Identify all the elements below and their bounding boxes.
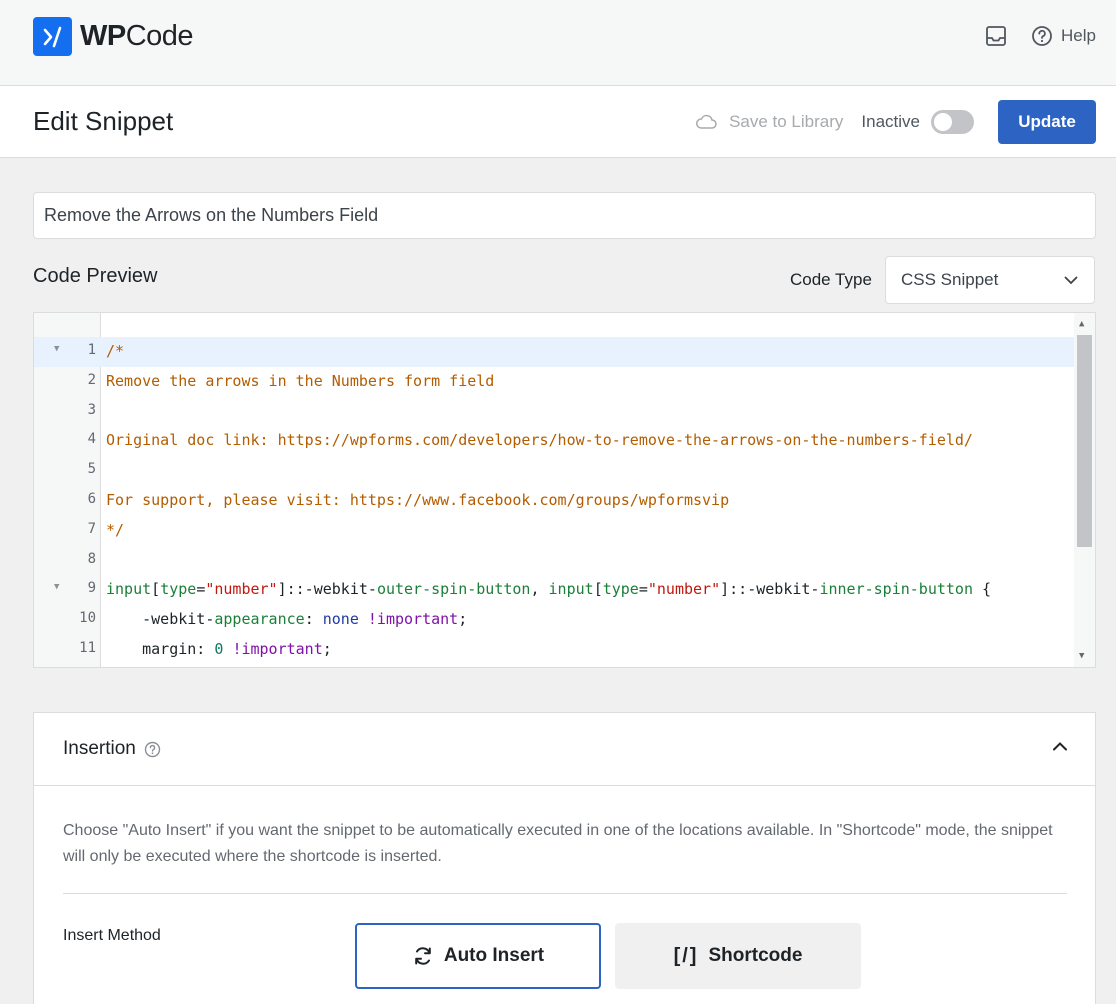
save-to-library-button[interactable]: Save to Library	[695, 112, 843, 132]
code-line[interactable]: ▼ 1 /*	[34, 337, 1076, 367]
shortcode-button[interactable]: [/] Shortcode	[615, 923, 861, 989]
code-line[interactable]: 5	[34, 456, 1076, 486]
chevron-up-icon[interactable]	[1052, 741, 1068, 751]
line-number: 4	[87, 431, 96, 448]
code-line[interactable]: 6 For support, please visit: https://www…	[34, 486, 1076, 516]
chevron-down-icon	[1064, 276, 1078, 284]
help-icon[interactable]	[144, 741, 161, 758]
code-line[interactable]: 7 */	[34, 516, 1076, 546]
active-toggle[interactable]	[931, 110, 974, 134]
status-label: Inactive	[861, 112, 920, 131]
page-header: Edit Snippet Save to Library Inactive Up…	[0, 86, 1116, 158]
line-number: 5	[87, 461, 96, 478]
fold-arrow-icon[interactable]: ▼	[54, 582, 59, 592]
code-text: Original doc link: https://wpforms.com/d…	[106, 431, 973, 450]
code-type-label: Code Type	[790, 270, 872, 289]
line-number: 11	[79, 639, 96, 656]
code-type-value: CSS Snippet	[901, 270, 999, 289]
auto-insert-button[interactable]: Auto Insert	[355, 923, 601, 989]
line-number: 2	[87, 371, 96, 388]
scroll-up-arrow-icon[interactable]: ▲	[1079, 319, 1084, 329]
code-line[interactable]: 2 Remove the arrows in the Numbers form …	[34, 367, 1076, 397]
save-to-library-label: Save to Library	[729, 112, 844, 131]
insertion-panel: Insertion Choose "Auto Insert" if you wa…	[33, 712, 1096, 1004]
code-text: margin: 0 !important;	[106, 639, 332, 658]
code-text: input[type="number"]::-webkit-outer-spin…	[106, 580, 992, 599]
code-text: /*	[106, 342, 125, 360]
code-line[interactable]: 3	[34, 397, 1076, 427]
top-bar: WPCode Help	[0, 0, 1116, 86]
code-text: */	[106, 520, 125, 539]
auto-insert-label: Auto Insert	[443, 945, 545, 966]
toggle-knob	[934, 113, 952, 131]
line-number: 6	[87, 490, 96, 507]
shortcode-label: Shortcode	[708, 945, 803, 966]
fold-arrow-icon[interactable]: ▼	[54, 344, 59, 354]
line-number: 9	[87, 580, 96, 597]
inbox-icon[interactable]	[985, 25, 1007, 47]
scroll-thumb[interactable]	[1077, 335, 1092, 547]
code-text: -webkit-appearance: none !important;	[106, 610, 468, 629]
code-line[interactable]: 11 margin: 0 !important;	[34, 635, 1076, 665]
line-number: 1	[87, 342, 96, 358]
code-line[interactable]: ▼ 9 input[type="number"]::-webkit-outer-s…	[34, 575, 1076, 605]
cloud-icon	[696, 114, 717, 129]
wpcode-logo[interactable]: WPCode	[33, 17, 194, 56]
line-number: 8	[87, 550, 96, 567]
code-text: For support, please visit: https://www.f…	[106, 490, 730, 509]
insertion-description: Choose "Auto Insert" if you want the sni…	[63, 822, 1053, 865]
code-text: Remove the arrows in the Numbers form fi…	[106, 371, 495, 390]
scroll-down-arrow-icon[interactable]: ▼	[1079, 651, 1084, 661]
wpcode-logo-icon	[33, 17, 72, 56]
editor-scrollbar[interactable]: ▲ ▼	[1074, 313, 1095, 667]
update-button[interactable]: Update	[998, 100, 1096, 144]
line-number: 7	[87, 520, 96, 537]
code-editor[interactable]: ▼ 1 /* 2 Remove the arrows in the Numbers…	[33, 312, 1096, 668]
insertion-panel-header[interactable]: Insertion	[34, 713, 1095, 786]
code-line[interactable]: 10 -webkit-appearance: none !important;	[34, 605, 1076, 635]
code-preview-heading: Code Preview	[33, 265, 158, 287]
code-type-select[interactable]: CSS Snippet	[885, 256, 1095, 304]
code-line[interactable]: 8	[34, 546, 1076, 576]
divider	[63, 893, 1067, 894]
line-number: 3	[87, 401, 96, 418]
snippet-title-input[interactable]	[33, 192, 1096, 239]
help-icon	[1032, 26, 1052, 46]
code-line[interactable]: 4 Original doc link: https://wpforms.com…	[34, 426, 1076, 456]
help-label: Help	[1061, 26, 1096, 45]
refresh-icon	[412, 945, 434, 967]
line-number: 10	[79, 610, 96, 627]
wpcode-logo-text: WPCode	[80, 20, 194, 52]
page-title: Edit Snippet	[33, 106, 174, 136]
insert-method-label: Insert Method	[63, 927, 161, 944]
help-link[interactable]: Help	[1031, 25, 1096, 47]
insertion-title: Insertion	[63, 738, 136, 759]
shortcode-icon: [/]	[673, 944, 699, 967]
